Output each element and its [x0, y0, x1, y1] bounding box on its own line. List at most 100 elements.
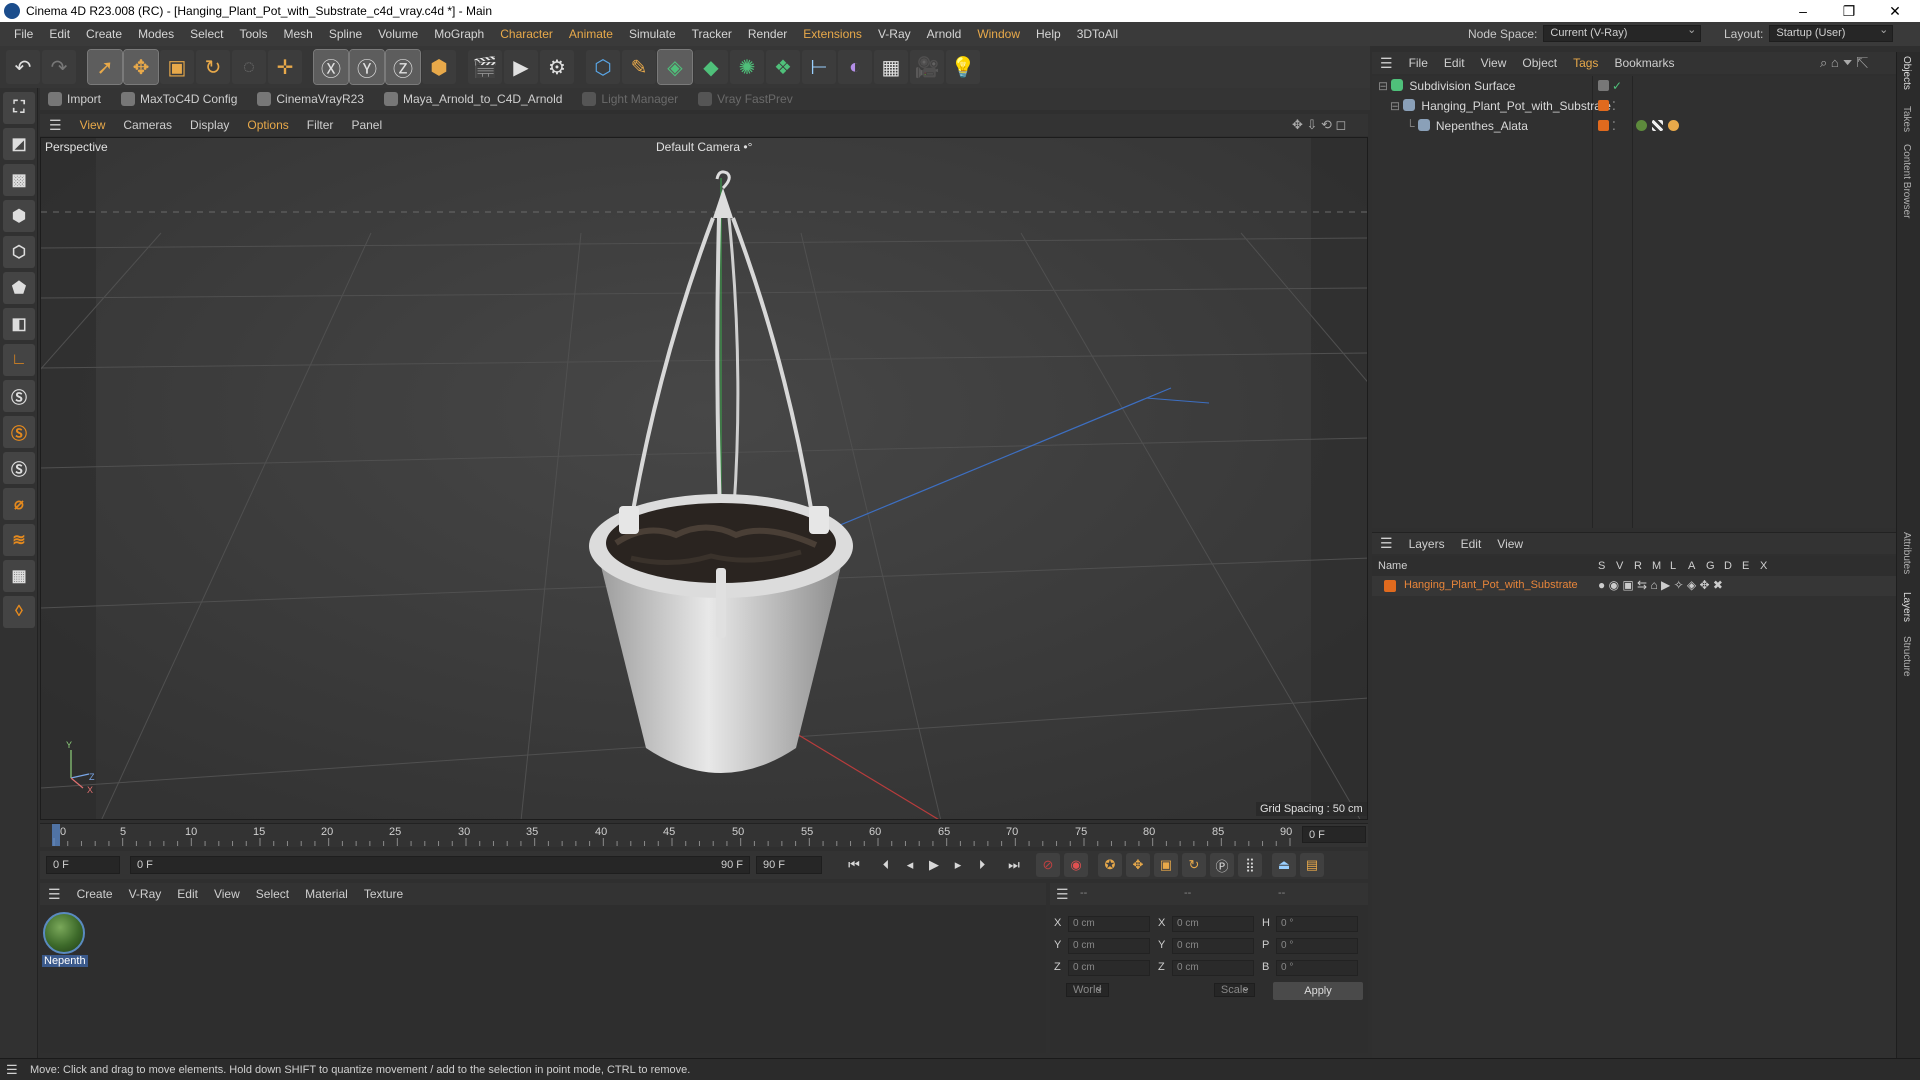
record-keys-icon[interactable]: ⊘: [1036, 853, 1060, 877]
render-picture-viewer-icon[interactable]: ▶: [504, 50, 538, 84]
prev-key-icon[interactable]: ⏴: [874, 853, 898, 877]
object-menu-bookmarks[interactable]: Bookmarks: [1606, 56, 1682, 70]
y-axis-lock-icon[interactable]: Ⓨ: [349, 49, 385, 85]
coord-size-x-field[interactable]: 0 cm: [1172, 916, 1254, 932]
material-menu-edit[interactable]: Edit: [169, 887, 206, 901]
live-selection-icon[interactable]: ◌: [232, 50, 266, 84]
uv-mode-icon[interactable]: ◧: [3, 308, 35, 340]
select-tool-icon[interactable]: ➚: [87, 49, 123, 85]
menu-render[interactable]: Render: [740, 22, 795, 46]
plugin-maxtoc4d-config[interactable]: MaxToC4D Config: [113, 92, 245, 106]
plugin-maya-arnold[interactable]: Maya_Arnold_to_C4D_Arnold: [376, 92, 570, 106]
timeline-window-icon[interactable]: ⏏: [1272, 853, 1296, 877]
menu-select[interactable]: Select: [182, 22, 231, 46]
material-swatch[interactable]: [43, 912, 85, 954]
hamburger-icon[interactable]: ☰: [40, 117, 71, 134]
undo-icon[interactable]: ↶: [6, 50, 40, 84]
viewport-navigate-icons[interactable]: ✥ ⇩ ⟲ ◻: [1292, 117, 1346, 133]
redo-icon[interactable]: ↷: [42, 50, 76, 84]
axis-mode-icon[interactable]: ∟: [3, 344, 35, 376]
goto-start-icon[interactable]: ⏮: [842, 853, 866, 877]
current-frame-field[interactable]: 0 F: [1302, 826, 1366, 843]
coordinate-space-dropdown[interactable]: World: [1066, 983, 1109, 997]
material-hamburger-icon[interactable]: ☰: [40, 886, 69, 903]
transform-icon[interactable]: ✛: [268, 50, 302, 84]
menu-edit[interactable]: Edit: [41, 22, 78, 46]
coords-hamburger-icon[interactable]: ☰: [1056, 886, 1069, 903]
mograph-cloner-icon[interactable]: ✺: [730, 50, 764, 84]
locked-workplane-icon[interactable]: ◊: [3, 596, 35, 628]
visibility-dots-icon[interactable]: ⁚: [1612, 96, 1616, 116]
viewport-menu-panel[interactable]: Panel: [342, 118, 391, 132]
layers-menu-edit[interactable]: Edit: [1453, 537, 1490, 551]
coord-size-z-field[interactable]: 0 cm: [1172, 960, 1254, 976]
object-search-filter-icons[interactable]: ⌕ ⌂ ⏷ ⇱: [1820, 55, 1868, 71]
pla-key-icon[interactable]: ⣿: [1238, 853, 1262, 877]
viewport-menu-view[interactable]: View: [71, 118, 115, 132]
coordinate-mode-dropdown[interactable]: Scale: [1213, 983, 1256, 997]
parameter-key-icon[interactable]: Ⓟ: [1210, 853, 1234, 877]
layers-menu-layers[interactable]: Layers: [1401, 537, 1453, 551]
layout-dropdown[interactable]: Startup (User): [1769, 23, 1894, 42]
menu-tracker[interactable]: Tracker: [684, 22, 740, 46]
next-key-icon[interactable]: ⏵: [970, 853, 994, 877]
visibility-dots-icon[interactable]: ⁚: [1612, 116, 1616, 136]
coord-pos-x-field[interactable]: 0 cm: [1068, 916, 1150, 932]
viewport-menu-options[interactable]: Options: [238, 118, 297, 132]
object-row-nepenthes[interactable]: └ Nepenthes_Alata ⁚: [1372, 116, 1896, 136]
layer-color-icon[interactable]: [1598, 100, 1609, 111]
object-row-pot[interactable]: ⊟ Hanging_Plant_Pot_with_Substrate ⁚: [1372, 96, 1896, 116]
extrude-icon[interactable]: ◆: [694, 50, 728, 84]
model-mode-icon[interactable]: ◩: [3, 128, 35, 160]
snap-settings-icon[interactable]: Ⓢ: [3, 416, 35, 448]
menu-spline[interactable]: Spline: [321, 22, 370, 46]
timeline-ruler[interactable]: 0 5 10 15 20 25 30 35 40 45 50 55 60 65 …: [40, 823, 1368, 847]
status-hamburger-icon[interactable]: ☰: [6, 1062, 18, 1078]
menu-animate[interactable]: Animate: [561, 22, 621, 46]
next-frame-icon[interactable]: ▸: [946, 853, 970, 877]
menu-create[interactable]: Create: [78, 22, 130, 46]
coord-pos-y-field[interactable]: 0 cm: [1068, 938, 1150, 954]
render-settings-icon[interactable]: ⚙: [540, 50, 574, 84]
position-key-icon[interactable]: ✥: [1126, 853, 1150, 877]
layer-row[interactable]: Hanging_Plant_Pot_with_Substrate ● ◉ ▣ ⇆…: [1372, 576, 1896, 596]
3d-viewport[interactable]: Y Z X: [40, 137, 1368, 820]
object-menu-edit[interactable]: Edit: [1436, 56, 1473, 70]
material-menu-material[interactable]: Material: [297, 887, 356, 901]
visibility-dot-icon[interactable]: [1598, 80, 1609, 91]
end-frame-field[interactable]: 90 F: [756, 856, 822, 874]
menu-character[interactable]: Character: [492, 22, 561, 46]
close-button[interactable]: ✕: [1872, 0, 1918, 22]
rotate-tool-icon[interactable]: ↻: [196, 50, 230, 84]
material-menu-texture[interactable]: Texture: [356, 887, 411, 901]
plugin-cinemavray[interactable]: CinemaVrayR23: [249, 92, 372, 106]
texture-mode-icon[interactable]: ▩: [3, 164, 35, 196]
viewport-menu-filter[interactable]: Filter: [298, 118, 343, 132]
menu-mesh[interactable]: Mesh: [275, 22, 320, 46]
object-menu-object[interactable]: Object: [1514, 56, 1565, 70]
cube-primitive-icon[interactable]: ⬡: [586, 50, 620, 84]
z-axis-lock-icon[interactable]: Ⓩ: [385, 49, 421, 85]
texture-tag-icon[interactable]: [1652, 120, 1663, 131]
minimize-button[interactable]: –: [1780, 0, 1826, 22]
menu-volume[interactable]: Volume: [370, 22, 426, 46]
menu-mograph[interactable]: MoGraph: [426, 22, 492, 46]
material-menu-vray[interactable]: V-Ray: [121, 887, 170, 901]
material-menu-create[interactable]: Create: [69, 887, 121, 901]
snap-s-icon[interactable]: Ⓢ: [3, 380, 35, 412]
layer-toggle-icons[interactable]: ● ◉ ▣ ⇆ ⌂ ▶ ✧ ◈ ✥ ✖: [1598, 578, 1723, 592]
camera-label[interactable]: Default Camera •°: [656, 140, 752, 154]
playhead[interactable]: [52, 824, 60, 846]
tab-objects[interactable]: Objects: [1901, 56, 1912, 90]
layer-color-swatch[interactable]: [1384, 580, 1396, 592]
object-menu-tags[interactable]: Tags: [1565, 56, 1606, 70]
render-view-icon[interactable]: 🎬: [468, 50, 502, 84]
object-menu-file[interactable]: File: [1401, 56, 1436, 70]
polygons-mode-icon[interactable]: ⬟: [3, 272, 35, 304]
menu-vray[interactable]: V-Ray: [870, 22, 919, 46]
rotation-key-icon[interactable]: ↻: [1182, 853, 1206, 877]
play-icon[interactable]: ▶: [922, 853, 946, 877]
prev-frame-icon[interactable]: ◂: [898, 853, 922, 877]
layer-color-icon[interactable]: [1598, 120, 1609, 131]
menu-modes[interactable]: Modes: [130, 22, 182, 46]
